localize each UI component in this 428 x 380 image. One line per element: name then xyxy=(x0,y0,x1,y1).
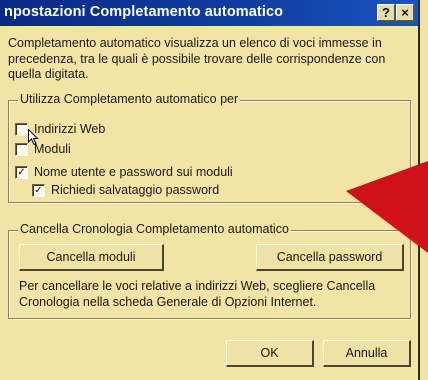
usernames-passwords-checkbox[interactable]: ✓ xyxy=(15,165,28,179)
description-text: Completamento automatico visualizza un e… xyxy=(8,36,386,81)
clear-history-note: Per cancellare le voci relative a indiri… xyxy=(19,279,376,309)
window-title: npostazioni Completamento automatico xyxy=(4,4,284,20)
clear-forms-button[interactable]: Cancella moduli xyxy=(19,244,164,271)
forms-option[interactable]: Moduli xyxy=(15,141,71,157)
use-autocomplete-legend: Utilizza Completamento automatico per xyxy=(18,92,241,106)
prompt-save-password-label: Richiedi salvataggio password xyxy=(51,183,220,197)
forms-label: Moduli xyxy=(34,142,71,156)
usernames-passwords-option[interactable]: ✓ Nome utente e password sui moduli xyxy=(15,164,233,180)
red-arrow-icon xyxy=(346,161,428,253)
title-bar[interactable]: npostazioni Completamento automatico ? × xyxy=(0,0,418,26)
clear-history-legend: Cancella Cronologia Completamento automa… xyxy=(18,222,291,236)
usernames-passwords-label: Nome utente e password sui moduli xyxy=(34,165,233,179)
cancel-button[interactable]: Annulla xyxy=(323,340,411,367)
web-addresses-checkbox[interactable] xyxy=(15,122,28,136)
prompt-save-password-option[interactable]: ✓ Richiedi salvataggio password xyxy=(32,182,219,198)
prompt-save-password-checkbox[interactable]: ✓ xyxy=(32,183,45,197)
web-addresses-option[interactable]: Indirizzi Web xyxy=(15,121,106,146)
forms-checkbox[interactable] xyxy=(15,142,28,156)
close-button[interactable]: × xyxy=(396,4,414,21)
web-addresses-label: Indirizzi Web xyxy=(34,122,106,136)
ok-button[interactable]: OK xyxy=(226,340,314,367)
help-button[interactable]: ? xyxy=(377,4,395,21)
